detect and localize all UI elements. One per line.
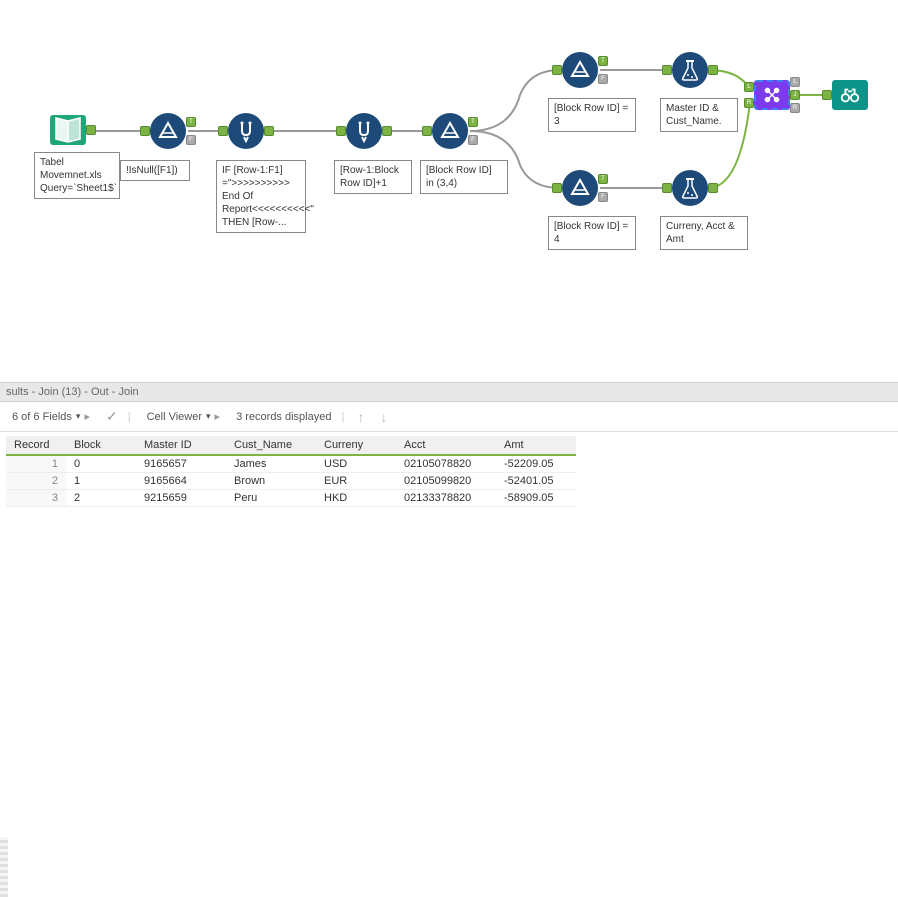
cell-record: 3 — [6, 490, 66, 507]
browse-tool[interactable] — [832, 80, 868, 110]
cell-record: 2 — [6, 473, 66, 490]
results-panel: sults - Join (13) - Out - Join 6 of 6 Fi… — [0, 382, 898, 539]
cell-amt: -52401.05 — [496, 473, 576, 490]
col-master[interactable]: Master ID — [136, 436, 226, 455]
book-icon — [50, 115, 86, 145]
join-right-anchor: R — [744, 98, 754, 108]
check-icon[interactable]: ✓ — [106, 408, 118, 425]
col-block[interactable]: Block — [66, 436, 136, 455]
formula-icon — [228, 113, 264, 149]
formula-3-label: Master ID & Cust_Name. — [660, 98, 738, 132]
fields-label: 6 of 6 Fields — [12, 411, 72, 423]
records-count: 3 records displayed — [236, 411, 331, 423]
table-row[interactable]: 2 1 9165664 Brown EUR 02105099820 -52401… — [6, 473, 576, 490]
filter-icon — [150, 113, 186, 149]
filter-icon — [562, 52, 598, 88]
col-record[interactable]: Record — [6, 436, 66, 455]
table-row[interactable]: 3 2 9215659 Peru HKD 02133378820 -58909.… — [6, 490, 576, 507]
cell-amt: -52209.05 — [496, 455, 576, 473]
formula-tool-3[interactable] — [672, 52, 708, 88]
cell-master: 9165664 — [136, 473, 226, 490]
binoculars-icon — [832, 80, 868, 110]
filter-2-label: [Block Row ID] in (3,4) — [420, 160, 508, 194]
cell-acct: 02105099820 — [396, 473, 496, 490]
cell-curr: HKD — [316, 490, 396, 507]
results-table[interactable]: Record Block Master ID Cust_Name Curreny… — [6, 436, 576, 507]
cell-record: 1 — [6, 455, 66, 473]
formula-2-label: [Row-1:Block Row ID]+1 — [334, 160, 412, 194]
cell-block: 0 — [66, 455, 136, 473]
fields-dropdown[interactable]: 6 of 6 Fields ▾ ▸ — [6, 408, 96, 425]
cell-curr: USD — [316, 455, 396, 473]
filter-1-label: !IsNull([F1]) — [120, 160, 190, 181]
cell-master: 9165657 — [136, 455, 226, 473]
cell-master: 9215659 — [136, 490, 226, 507]
input-tool[interactable] — [50, 115, 86, 145]
cell-name: James — [226, 455, 316, 473]
col-curr[interactable]: Curreny — [316, 436, 396, 455]
formula-1-label: IF [Row-1:F1] =">>>>>>>>>> End Of Report… — [216, 160, 306, 233]
filter-tool-2[interactable]: T F — [432, 113, 468, 149]
cell-amt: -58909.05 — [496, 490, 576, 507]
join-left-anchor: L — [744, 82, 754, 92]
cell-viewer-dropdown[interactable]: Cell Viewer ▾ ▸ — [141, 408, 227, 425]
results-header: sults - Join (13) - Out - Join — [0, 383, 898, 402]
filter-icon — [562, 170, 598, 206]
col-name[interactable]: Cust_Name — [226, 436, 316, 455]
filter-icon — [432, 113, 468, 149]
filter-tool-1[interactable]: T F — [150, 113, 186, 149]
col-acct[interactable]: Acct — [396, 436, 496, 455]
table-row[interactable]: 1 0 9165657 James USD 02105078820 -52209… — [6, 455, 576, 473]
cell-curr: EUR — [316, 473, 396, 490]
cell-acct: 02133378820 — [396, 490, 496, 507]
join-tool[interactable]: L R L J R — [754, 80, 790, 110]
filter-4-label: [Block Row ID] = 4 — [548, 216, 636, 250]
cell-acct: 02105078820 — [396, 455, 496, 473]
formula-tool-1[interactable] — [228, 113, 264, 149]
flask-icon — [672, 170, 708, 206]
row-selector-strip — [0, 837, 8, 897]
col-amt[interactable]: Amt — [496, 436, 576, 455]
workflow-canvas[interactable]: Tabel Movemnet.xls Query=`Sheet1$` T F !… — [0, 0, 898, 380]
cell-block: 2 — [66, 490, 136, 507]
cell-block: 1 — [66, 473, 136, 490]
join-icon — [754, 80, 790, 110]
cell-name: Peru — [226, 490, 316, 507]
cell-name: Brown — [226, 473, 316, 490]
formula-icon — [346, 113, 382, 149]
filter-3-label: [Block Row ID] = 3 — [548, 98, 636, 132]
formula-tool-4[interactable] — [672, 170, 708, 206]
results-toolbar: 6 of 6 Fields ▾ ▸ ✓ | Cell Viewer ▾ ▸ 3 … — [0, 402, 898, 432]
input-tool-label: Tabel Movemnet.xls Query=`Sheet1$` — [34, 152, 120, 199]
formula-tool-2[interactable] — [346, 113, 382, 149]
filter-tool-4[interactable]: T F — [562, 170, 598, 206]
formula-4-label: Curreny, Acct & Amt — [660, 216, 748, 250]
up-arrow-icon[interactable]: ↑ — [354, 409, 367, 425]
down-arrow-icon[interactable]: ↓ — [377, 409, 390, 425]
filter-tool-3[interactable]: T F — [562, 52, 598, 88]
flask-icon — [672, 52, 708, 88]
